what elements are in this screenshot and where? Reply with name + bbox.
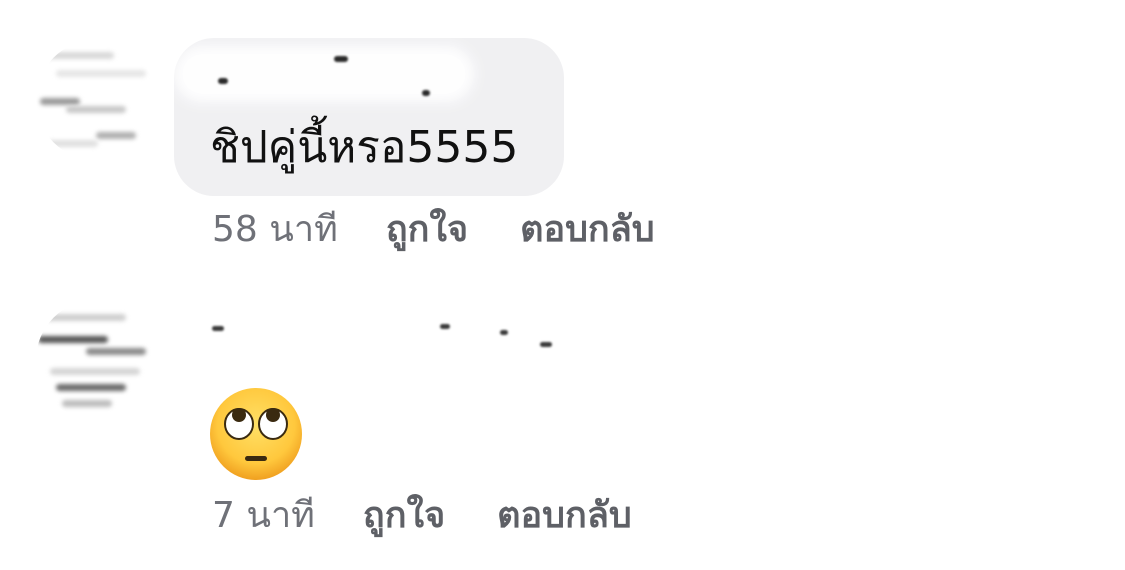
redacted-name-fragment	[212, 326, 224, 331]
redacted-name-fragment	[540, 342, 552, 347]
avatar[interactable]	[36, 300, 156, 420]
redacted-name-fragment	[440, 324, 450, 329]
reply-button[interactable]: ตอบกลับ	[497, 494, 632, 538]
redacted-name-fragment	[218, 78, 228, 84]
comment-timestamp: 58 นาที	[212, 209, 338, 250]
like-button[interactable]: ถูกใจ	[386, 208, 468, 252]
comment-bubble[interactable]: ชิปคู่นี้หรอ5555	[174, 38, 564, 196]
avatar[interactable]	[36, 40, 156, 160]
comment-text: ชิปคู่นี้หรอ5555	[210, 122, 519, 173]
redacted-name-fragment	[500, 330, 508, 335]
comment-actions: 7 นาที ถูกใจ ตอบกลับ	[212, 494, 684, 538]
like-button[interactable]: ถูกใจ	[363, 494, 445, 538]
comment-timestamp: 7 นาที	[212, 495, 315, 536]
reply-button[interactable]: ตอบกลับ	[520, 208, 655, 252]
redacted-name-fragment	[334, 56, 348, 62]
comment-actions: 58 นาที ถูกใจ ตอบกลับ	[212, 208, 707, 252]
face-with-rolling-eyes-icon	[210, 388, 302, 480]
redacted-name-fragment	[422, 90, 430, 96]
